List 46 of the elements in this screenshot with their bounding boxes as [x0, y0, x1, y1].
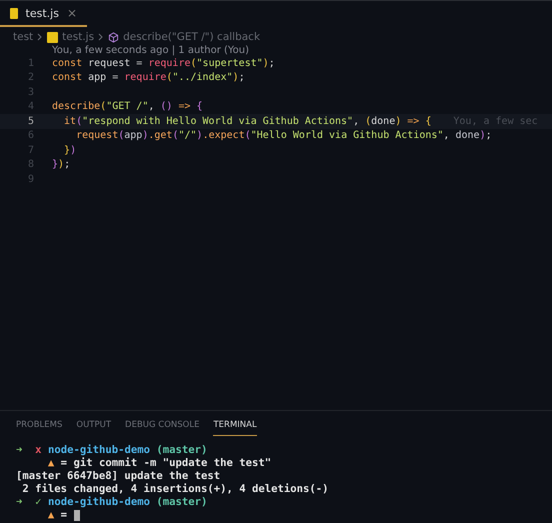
- breadcrumb-item[interactable]: describe("GET /") callback: [123, 31, 260, 43]
- chevron-icon: [98, 33, 104, 41]
- js-file-icon: [47, 32, 58, 42]
- code-line: });: [52, 159, 70, 170]
- prompt-symbol: =: [60, 509, 68, 521]
- panel-tab[interactable]: DEBUG CONSOLE: [125, 417, 200, 436]
- code-line: const request = require("supertest");: [52, 58, 275, 69]
- terminal-output: 2 files changed, 4 insertions(+), 4 deletions(-): [21, 483, 329, 495]
- directory-name: node-github-demo: [48, 496, 150, 508]
- line-number: 1: [26, 58, 35, 69]
- close-icon[interactable]: ×: [66, 6, 77, 20]
- line-number: 4: [26, 101, 35, 112]
- line-number: 5: [26, 116, 35, 127]
- file-tab[interactable]: test.js ×: [0, 1, 87, 27]
- chevron-icon: [37, 33, 44, 41]
- prompt-mark: ▲: [48, 509, 54, 521]
- git-branch: (master): [156, 496, 208, 508]
- directory-name: node-github-demo: [48, 444, 150, 456]
- panel-tab[interactable]: OUTPUT: [76, 417, 112, 436]
- breadcrumb-item[interactable]: test: [13, 31, 34, 43]
- git-branch: (master): [156, 444, 208, 456]
- prompt-arrow: ➜: [16, 496, 22, 508]
- blame-annotation[interactable]: You, a few seconds ago | 1 author (You): [52, 45, 250, 56]
- code-line: describe("GET /", () => {: [52, 101, 203, 112]
- line-number: 7: [26, 144, 35, 156]
- line-number: 9: [26, 174, 35, 185]
- prompt-arrow: ➜: [16, 444, 22, 456]
- line-number: 6: [26, 130, 35, 142]
- code-line: const app = require("../index");: [52, 72, 245, 84]
- exit-status: ✓: [35, 496, 42, 508]
- breadcrumb-item[interactable]: test.js: [62, 31, 94, 43]
- cube-icon: [108, 32, 120, 42]
- exit-status: x: [35, 444, 42, 456]
- terminal-command: git commit -m "update the test": [73, 457, 272, 469]
- js-file-icon: [10, 8, 18, 18]
- line-number: 2: [26, 72, 35, 84]
- line-number: 8: [26, 159, 35, 170]
- code-line: it("respond with Hello World via Github Actions", (done) => {: [63, 116, 432, 127]
- panel-tab[interactable]: PROBLEMS: [16, 417, 62, 436]
- prompt-mark: ▲: [48, 457, 54, 469]
- prompt-symbol: =: [60, 457, 68, 469]
- code-line: request(app).get("/").expect("Hello World via Github Actions", done);: [75, 130, 492, 142]
- line-number: 3: [26, 86, 35, 98]
- terminal-output: [master 6647be8] update the test: [16, 470, 220, 482]
- panel-tab[interactable]: TERMINAL: [213, 417, 257, 436]
- code-line: }): [63, 144, 76, 156]
